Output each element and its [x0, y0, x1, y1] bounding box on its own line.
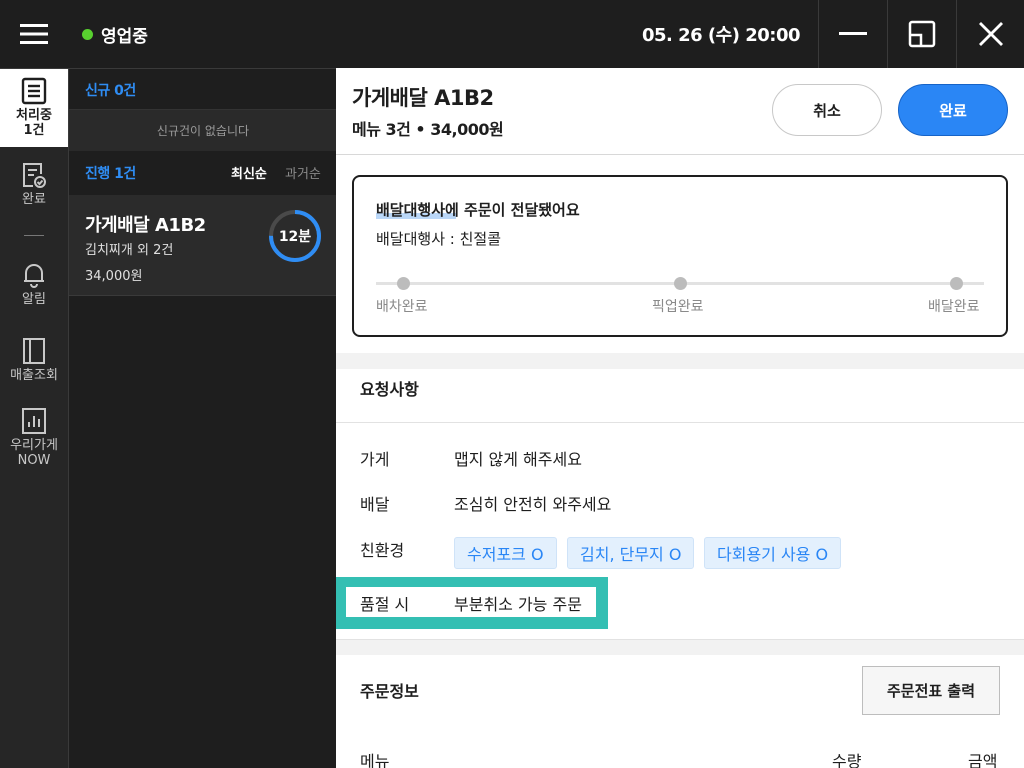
sort-past-button[interactable]: 과거순	[285, 163, 321, 182]
nav-divider	[24, 235, 44, 236]
column-quantity-header: 수량	[832, 752, 862, 768]
document-icon	[21, 77, 47, 105]
nav-item-done[interactable]: 완료	[0, 161, 68, 207]
requests-section-title: 요청사항	[360, 380, 419, 399]
top-bar: 영업중 05. 26 (수) 20:00	[0, 0, 1024, 68]
ledger-icon	[21, 337, 47, 365]
order-card-price: 34,000원	[85, 269, 143, 284]
soldout-option-row: 품절 시 부분취소 가능 주문	[346, 587, 596, 617]
current-datetime: 05. 26 (수) 20:00	[641, 25, 801, 46]
order-card[interactable]: 가게배달 A1B2 김치찌개 외 2건 34,000원 12분	[69, 195, 337, 296]
print-receipt-button[interactable]: 주문전표 출력	[862, 666, 1000, 715]
eco-tag-reusable-container: 다회용기 사용 O	[704, 537, 842, 569]
order-card-items: 김치찌개 외 2건	[85, 243, 174, 258]
soldout-value: 부분취소 가능 주문	[454, 595, 582, 614]
close-icon	[978, 22, 1003, 46]
status-indicator-icon	[82, 28, 93, 40]
eco-tag-side-dishes: 김치, 단무지 O	[567, 537, 695, 569]
order-detail-header: 가게배달 A1B2 메뉴 3건 • 34,000원 취소 완료	[336, 68, 1024, 155]
nav-processing-count: 1건	[23, 123, 45, 138]
hamburger-icon	[20, 24, 48, 44]
section-divider-band-2	[336, 639, 1024, 655]
sort-latest-button[interactable]: 최신순	[231, 163, 267, 182]
bar-chart-icon	[21, 407, 47, 435]
new-orders-header: 신규 0건	[85, 83, 136, 99]
left-navigation: 처리중 1건 완료 알림 매출조회 우리가게 NOW	[0, 68, 68, 768]
nav-done-label: 완료	[22, 192, 46, 207]
new-orders-empty-message: 신규건이 없습니다	[69, 109, 337, 151]
step-label-dispatch: 배차완료	[376, 299, 428, 315]
column-menu-header: 메뉴	[360, 752, 390, 768]
step-dot-delivered	[950, 277, 963, 290]
nav-item-sales[interactable]: 매출조회	[0, 337, 68, 383]
restore-button[interactable]	[887, 0, 955, 68]
nav-store-now-label-2: NOW	[17, 453, 51, 468]
complete-order-button[interactable]: 완료	[898, 84, 1008, 136]
delivery-status-title: 배달대행사에 주문이 전달됐어요	[376, 201, 580, 219]
bell-icon	[21, 261, 47, 289]
step-dot-pickup	[674, 277, 687, 290]
nav-store-now-label-1: 우리가게	[10, 438, 58, 453]
nav-processing-label: 처리중	[16, 108, 52, 123]
restore-icon	[908, 20, 935, 48]
nav-item-store-now[interactable]: 우리가게 NOW	[0, 407, 68, 468]
nav-sales-label: 매출조회	[10, 368, 58, 383]
order-info-section-title: 주문정보	[360, 682, 419, 701]
document-check-icon	[21, 161, 47, 189]
order-detail-title: 가게배달 A1B2	[352, 86, 494, 110]
store-status-label: 영업중	[101, 26, 148, 47]
soldout-label: 품절 시	[360, 595, 410, 614]
close-button[interactable]	[956, 0, 1024, 68]
step-label-delivered: 배달완료	[928, 299, 980, 315]
step-label-pickup: 픽업완료	[652, 299, 704, 315]
delivery-agency: 배달대행사 : 친절콜	[376, 230, 501, 248]
store-status[interactable]: 영업중	[82, 0, 148, 68]
order-detail-panel: 가게배달 A1B2 메뉴 3건 • 34,000원 취소 완료 배달대행사에 주…	[336, 68, 1024, 768]
minimize-icon	[838, 32, 867, 35]
order-list-panel: 신규 0건 신규건이 없습니다 진행 1건 최신순 과거순 가게배달 A1B2 …	[68, 68, 337, 768]
nav-item-alerts[interactable]: 알림	[0, 261, 68, 307]
request-eco-label: 친환경	[360, 541, 405, 560]
soldout-option-highlight: 품절 시 부분취소 가능 주문	[336, 577, 608, 629]
request-store-value: 맵지 않게 해주세요	[454, 450, 582, 469]
order-card-title: 가게배달 A1B2	[85, 215, 206, 236]
request-delivery-value: 조심히 안전히 와주세요	[454, 495, 612, 514]
eco-tag-utensils: 수저포크 O	[454, 537, 557, 569]
section-divider-band	[336, 353, 1024, 369]
request-store-label: 가게	[360, 450, 390, 469]
order-detail-summary: 메뉴 3건 • 34,000원	[352, 120, 504, 139]
minimize-button[interactable]	[818, 0, 886, 68]
cancel-order-button[interactable]: 취소	[772, 84, 882, 136]
column-amount-header: 금액	[968, 752, 998, 768]
delivery-status-card: 배달대행사에 주문이 전달됐어요 배달대행사 : 친절콜 배차완료 픽업완료 배…	[352, 175, 1008, 337]
order-card-timer: 12분	[278, 229, 312, 245]
app-window: 영업중 05. 26 (수) 20:00 처리중 1건 완료 알림 매출조회 우…	[0, 0, 1024, 768]
step-dot-dispatch	[397, 277, 410, 290]
in-progress-header: 진행 1건	[85, 166, 136, 182]
hamburger-menu-button[interactable]	[0, 0, 68, 68]
requests-divider	[336, 422, 1024, 423]
nav-item-processing[interactable]: 처리중 1건	[0, 69, 68, 147]
nav-alerts-label: 알림	[22, 292, 46, 307]
request-delivery-label: 배달	[360, 495, 390, 514]
